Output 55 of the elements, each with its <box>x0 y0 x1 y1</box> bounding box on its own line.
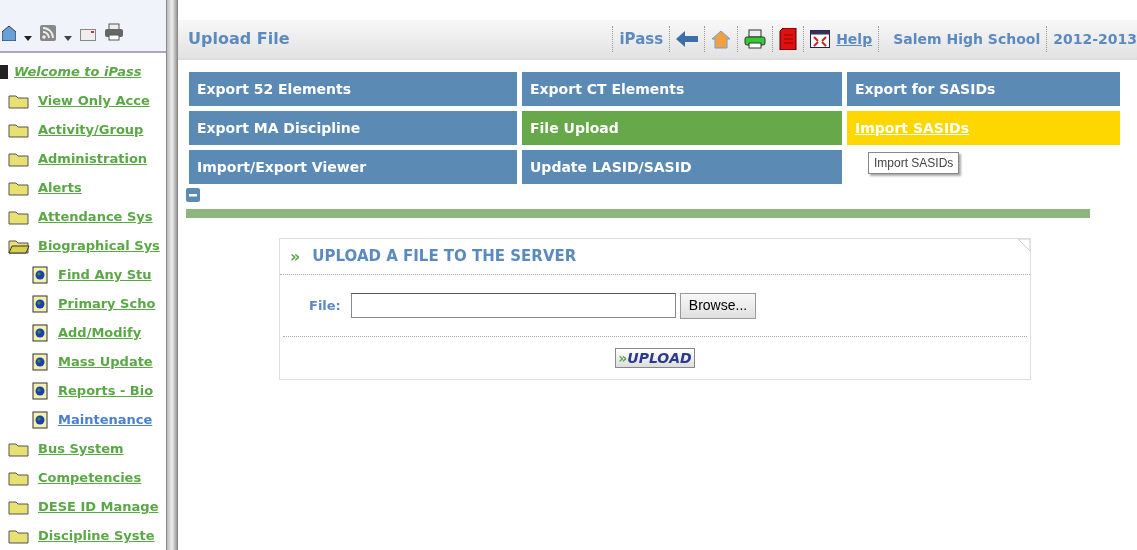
school-name: Salem High School <box>893 29 1041 49</box>
folder-link[interactable]: DESE ID Manage <box>38 492 159 521</box>
welcome-link[interactable]: Welcome to iPass <box>14 57 142 86</box>
folder-link[interactable]: Attendance Sys <box>38 202 153 231</box>
page-link[interactable]: Find Any Stu <box>58 260 152 289</box>
tooltip: Import SASIDs <box>868 152 960 174</box>
menu-tile[interactable]: Export CT Elements <box>522 72 842 106</box>
page-link[interactable]: Reports - Bio <box>58 376 154 405</box>
rss-icon[interactable] <box>40 25 56 41</box>
caret-icon[interactable] <box>64 36 72 41</box>
menu-tile[interactable]: Import/Export Viewer <box>189 150 517 184</box>
globe-page-icon <box>32 381 48 400</box>
app-name: iPass <box>619 28 664 50</box>
chevron-marker: » <box>290 245 301 268</box>
upload-button[interactable]: »UPLOAD <box>615 348 695 368</box>
folder-link[interactable]: Bus System <box>38 434 124 463</box>
page-link[interactable]: Maintenance <box>58 405 153 434</box>
home-icon[interactable] <box>2 25 16 41</box>
printer-icon[interactable] <box>104 23 124 41</box>
caret-icon[interactable] <box>24 36 32 41</box>
folder-link[interactable]: Alerts <box>38 173 82 202</box>
folder-link[interactable]: Biographical Sys <box>38 231 160 260</box>
folder-link[interactable]: Competencies <box>38 463 142 492</box>
folder-link[interactable]: View Only Acce <box>38 86 150 115</box>
menu-tile[interactable]: Export MA Discipline <box>189 111 517 145</box>
menu-tile[interactable]: Update LASID/SASID <box>522 150 842 184</box>
globe-page-icon <box>32 265 48 284</box>
folder-link[interactable]: Administration <box>38 144 148 173</box>
menu-tile[interactable]: File Upload <box>522 111 842 145</box>
globe-page-icon <box>32 323 48 342</box>
globe-page-icon <box>32 410 48 429</box>
document-icon[interactable] <box>779 28 798 50</box>
printer-icon[interactable] <box>744 29 767 49</box>
page-link[interactable]: Add/Modify <box>58 318 142 347</box>
field-label: File: <box>309 296 341 315</box>
panel-title: UPLOAD A FILE TO THE SERVER <box>312 246 577 268</box>
globe-page-icon <box>32 294 48 313</box>
mail-icon[interactable] <box>80 29 96 41</box>
page-link[interactable]: Primary Scho <box>58 289 156 318</box>
page-link[interactable]: Mass Update <box>58 347 153 376</box>
help-link[interactable]: Help <box>836 28 873 50</box>
page-title: Upload File <box>188 28 290 50</box>
collapse-icon[interactable] <box>186 188 200 202</box>
folder-link[interactable]: Discipline Syste <box>38 521 155 550</box>
browse-button[interactable]: Browse... <box>679 292 757 319</box>
folder-link[interactable]: Activity/Group <box>38 115 144 144</box>
globe-page-icon <box>32 352 48 371</box>
school-year: 2012-2013 <box>1053 29 1137 49</box>
book-icon <box>0 64 8 79</box>
menu-tile[interactable]: Export for SASIDs <box>847 72 1120 106</box>
menu-tile[interactable]: Export 52 Elements <box>189 72 517 106</box>
back-arrow-icon[interactable] <box>676 31 699 47</box>
expand-window-icon[interactable] <box>810 30 831 48</box>
corner-fold-icon <box>1018 239 1030 251</box>
file-field[interactable] <box>350 293 676 318</box>
